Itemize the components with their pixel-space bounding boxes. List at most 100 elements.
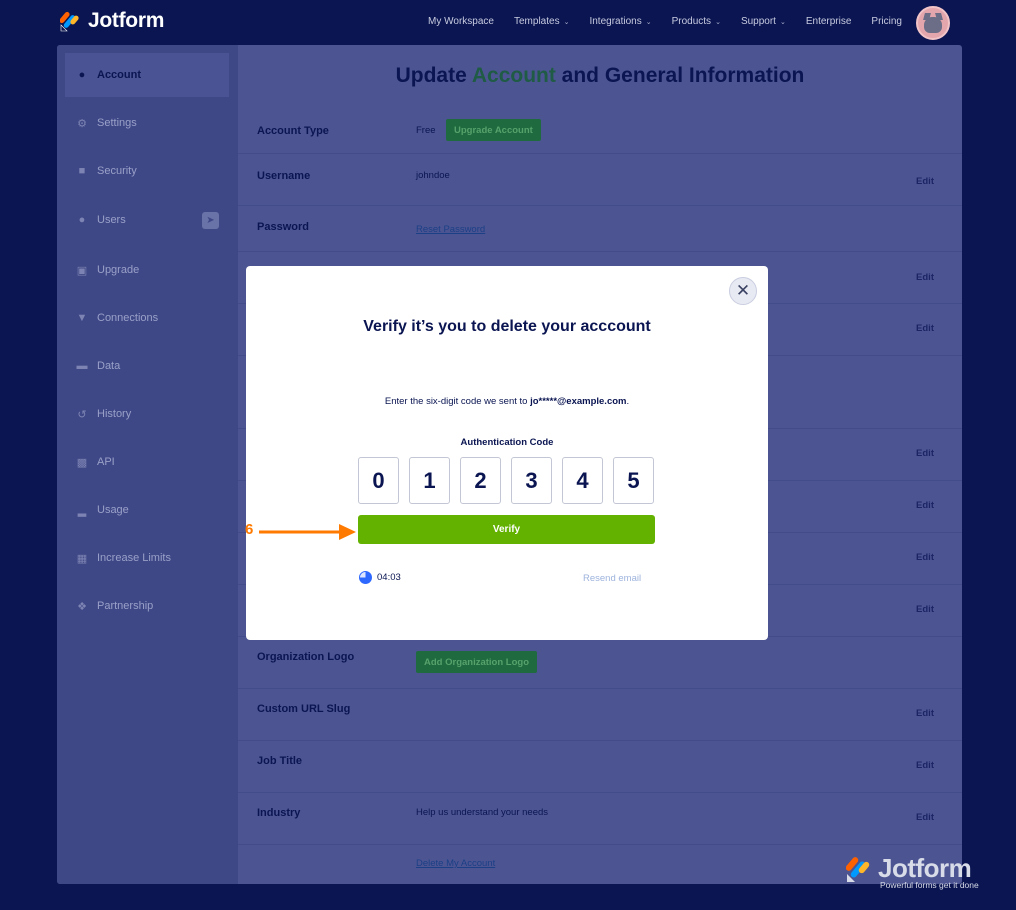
button-label: Upgrade Account bbox=[454, 124, 533, 136]
button-label: Add Organization Logo bbox=[424, 656, 530, 668]
sidebar-item-label: API bbox=[97, 456, 115, 468]
verify-delete-modal: ✕ Verify it’s you to delete your acccoun… bbox=[246, 266, 768, 640]
jotform-watermark: Jotform Powerful forms get it done bbox=[846, 853, 996, 895]
timer-value: 04:03 bbox=[377, 572, 401, 583]
brand-name: Jotform bbox=[88, 9, 165, 32]
title-accent: Account bbox=[471, 64, 556, 87]
sidebar: ● Account ⚙ Settings ■ Security ● Users … bbox=[57, 45, 238, 884]
edit-industry-button[interactable]: Edit bbox=[916, 812, 934, 823]
row-label: Industry bbox=[257, 807, 301, 819]
edit-job-title-button[interactable]: Edit bbox=[916, 760, 934, 771]
api-icon: ▩ bbox=[76, 456, 88, 469]
edit-button[interactable]: Edit bbox=[916, 500, 934, 511]
nav-integrations[interactable]: Integrations ⌄ bbox=[589, 16, 651, 27]
sidebar-item-security[interactable]: ■ Security bbox=[65, 149, 229, 193]
timer-icon bbox=[359, 571, 372, 584]
modal-title: Verify it’s you to delete your acccount bbox=[363, 318, 651, 335]
edit-username-button[interactable]: Edit bbox=[916, 176, 934, 187]
nav-templates[interactable]: Templates ⌄ bbox=[514, 16, 569, 27]
sidebar-item-account[interactable]: ● Account bbox=[65, 53, 229, 97]
sidebar-item-label: Security bbox=[97, 165, 137, 177]
row-label: Organization Logo bbox=[257, 651, 355, 663]
sidebar-item-upgrade[interactable]: ▣ Upgrade bbox=[65, 248, 229, 292]
chevron-down-icon: ⌄ bbox=[779, 18, 786, 26]
step-number-annotation: 6 bbox=[245, 521, 254, 538]
nav-pricing[interactable]: Pricing bbox=[871, 16, 902, 27]
gift-icon: ▦ bbox=[76, 552, 88, 565]
sidebar-item-users[interactable]: ● Users ➤ bbox=[65, 198, 229, 242]
nav-enterprise[interactable]: Enterprise bbox=[806, 16, 852, 27]
nav-support[interactable]: Support ⌄ bbox=[741, 16, 786, 27]
code-digit-5[interactable]: 4 bbox=[562, 457, 603, 504]
description-text: Enter the six-digit code we sent to bbox=[384, 396, 531, 407]
sidebar-item-connections[interactable]: ▼ Connections bbox=[65, 296, 229, 340]
sidebar-item-label: Settings bbox=[97, 117, 137, 129]
code-digit-1[interactable]: 0 bbox=[358, 457, 399, 504]
nav-label: Templates bbox=[514, 16, 560, 27]
nav-label: Integrations bbox=[589, 16, 642, 27]
row-label: Custom URL Slug bbox=[257, 703, 351, 715]
code-digit-4[interactable]: 3 bbox=[511, 457, 552, 504]
sidebar-item-partnership[interactable]: ❖ Partnership bbox=[65, 584, 229, 628]
masked-email: jo*****@example.com bbox=[530, 396, 627, 407]
nav-label: Support bbox=[740, 16, 776, 27]
row-label: Username bbox=[257, 170, 311, 182]
delete-my-account-link[interactable]: Delete My Account bbox=[416, 858, 495, 869]
sidebar-item-increase-limits[interactable]: ▦ Increase Limits bbox=[65, 536, 229, 580]
sidebar-item-label: History bbox=[97, 408, 132, 420]
jotform-logo-icon bbox=[60, 11, 79, 32]
edit-button[interactable]: Edit bbox=[916, 323, 934, 334]
verify-button[interactable]: Verify bbox=[358, 515, 655, 544]
code-digit-3[interactable]: 2 bbox=[460, 457, 501, 504]
countdown-timer: 04:03 bbox=[359, 571, 401, 584]
sidebar-item-label: Data bbox=[97, 360, 121, 372]
nav-products[interactable]: Products ⌄ bbox=[672, 16, 721, 27]
code-digit-2[interactable]: 1 bbox=[409, 457, 450, 504]
row-label: Job Title bbox=[257, 755, 303, 767]
nav-label: Products bbox=[671, 16, 712, 27]
modal-description: Enter the six-digit code we sent to jo**… bbox=[246, 396, 768, 407]
edit-button[interactable]: Edit bbox=[916, 604, 934, 615]
row-account-type: Account Type Free Upgrade Account bbox=[238, 109, 962, 154]
sidebar-item-label: Account bbox=[97, 69, 141, 81]
code-digit-6[interactable]: 5 bbox=[613, 457, 654, 504]
auth-code-inputs: 0 1 2 3 4 5 bbox=[358, 457, 654, 504]
sidebar-item-label: Increase Limits bbox=[97, 552, 171, 564]
chevron-down-icon: ⌄ bbox=[645, 18, 652, 26]
add-organization-logo-button[interactable]: Add Organization Logo bbox=[416, 651, 538, 673]
close-modal-button[interactable]: ✕ bbox=[729, 277, 757, 305]
annotation-arrow-icon bbox=[259, 524, 356, 540]
sidebar-item-data[interactable]: ▬ Data bbox=[65, 344, 229, 388]
user-icon: ● bbox=[78, 69, 86, 81]
edit-url-slug-button[interactable]: Edit bbox=[916, 708, 934, 719]
lock-icon: ■ bbox=[78, 165, 86, 177]
nav-label: Pricing bbox=[871, 16, 902, 27]
sidebar-item-settings[interactable]: ⚙ Settings bbox=[65, 101, 229, 145]
avatar-cat-icon bbox=[924, 17, 942, 33]
user-avatar[interactable] bbox=[916, 6, 950, 40]
industry-value: Help us understand your needs bbox=[416, 807, 549, 818]
chevron-down-icon: ⌄ bbox=[715, 18, 721, 26]
edit-button[interactable]: Edit bbox=[916, 552, 934, 563]
nav-my-workspace[interactable]: My Workspace bbox=[428, 16, 494, 27]
gear-icon: ⚙ bbox=[77, 117, 87, 130]
sidebar-item-api[interactable]: ▩ API bbox=[65, 440, 229, 484]
handshake-icon: ❖ bbox=[77, 600, 87, 613]
description-text: . bbox=[626, 396, 630, 407]
sidebar-item-history[interactable]: ↺ History bbox=[65, 392, 229, 436]
jotform-logo[interactable]: Jotform bbox=[60, 9, 164, 33]
sidebar-item-usage[interactable]: ▂ Usage bbox=[65, 488, 229, 532]
reset-password-link[interactable]: Reset Password bbox=[416, 224, 485, 235]
nav-label: Enterprise bbox=[805, 16, 852, 27]
nav-label: My Workspace bbox=[428, 16, 494, 27]
sidebar-item-label: Connections bbox=[97, 312, 159, 324]
account-type-value: Free bbox=[416, 125, 436, 136]
resend-email-link[interactable]: Resend email bbox=[583, 573, 641, 584]
chevron-down-icon: ⌄ bbox=[563, 18, 570, 26]
edit-button[interactable]: Edit bbox=[916, 448, 934, 459]
upgrade-account-button[interactable]: Upgrade Account bbox=[446, 119, 541, 141]
plug-icon: ▼ bbox=[76, 312, 88, 324]
history-icon: ↺ bbox=[77, 408, 87, 421]
edit-button[interactable]: Edit bbox=[916, 272, 934, 283]
rocket-icon: ➤ bbox=[202, 212, 219, 229]
